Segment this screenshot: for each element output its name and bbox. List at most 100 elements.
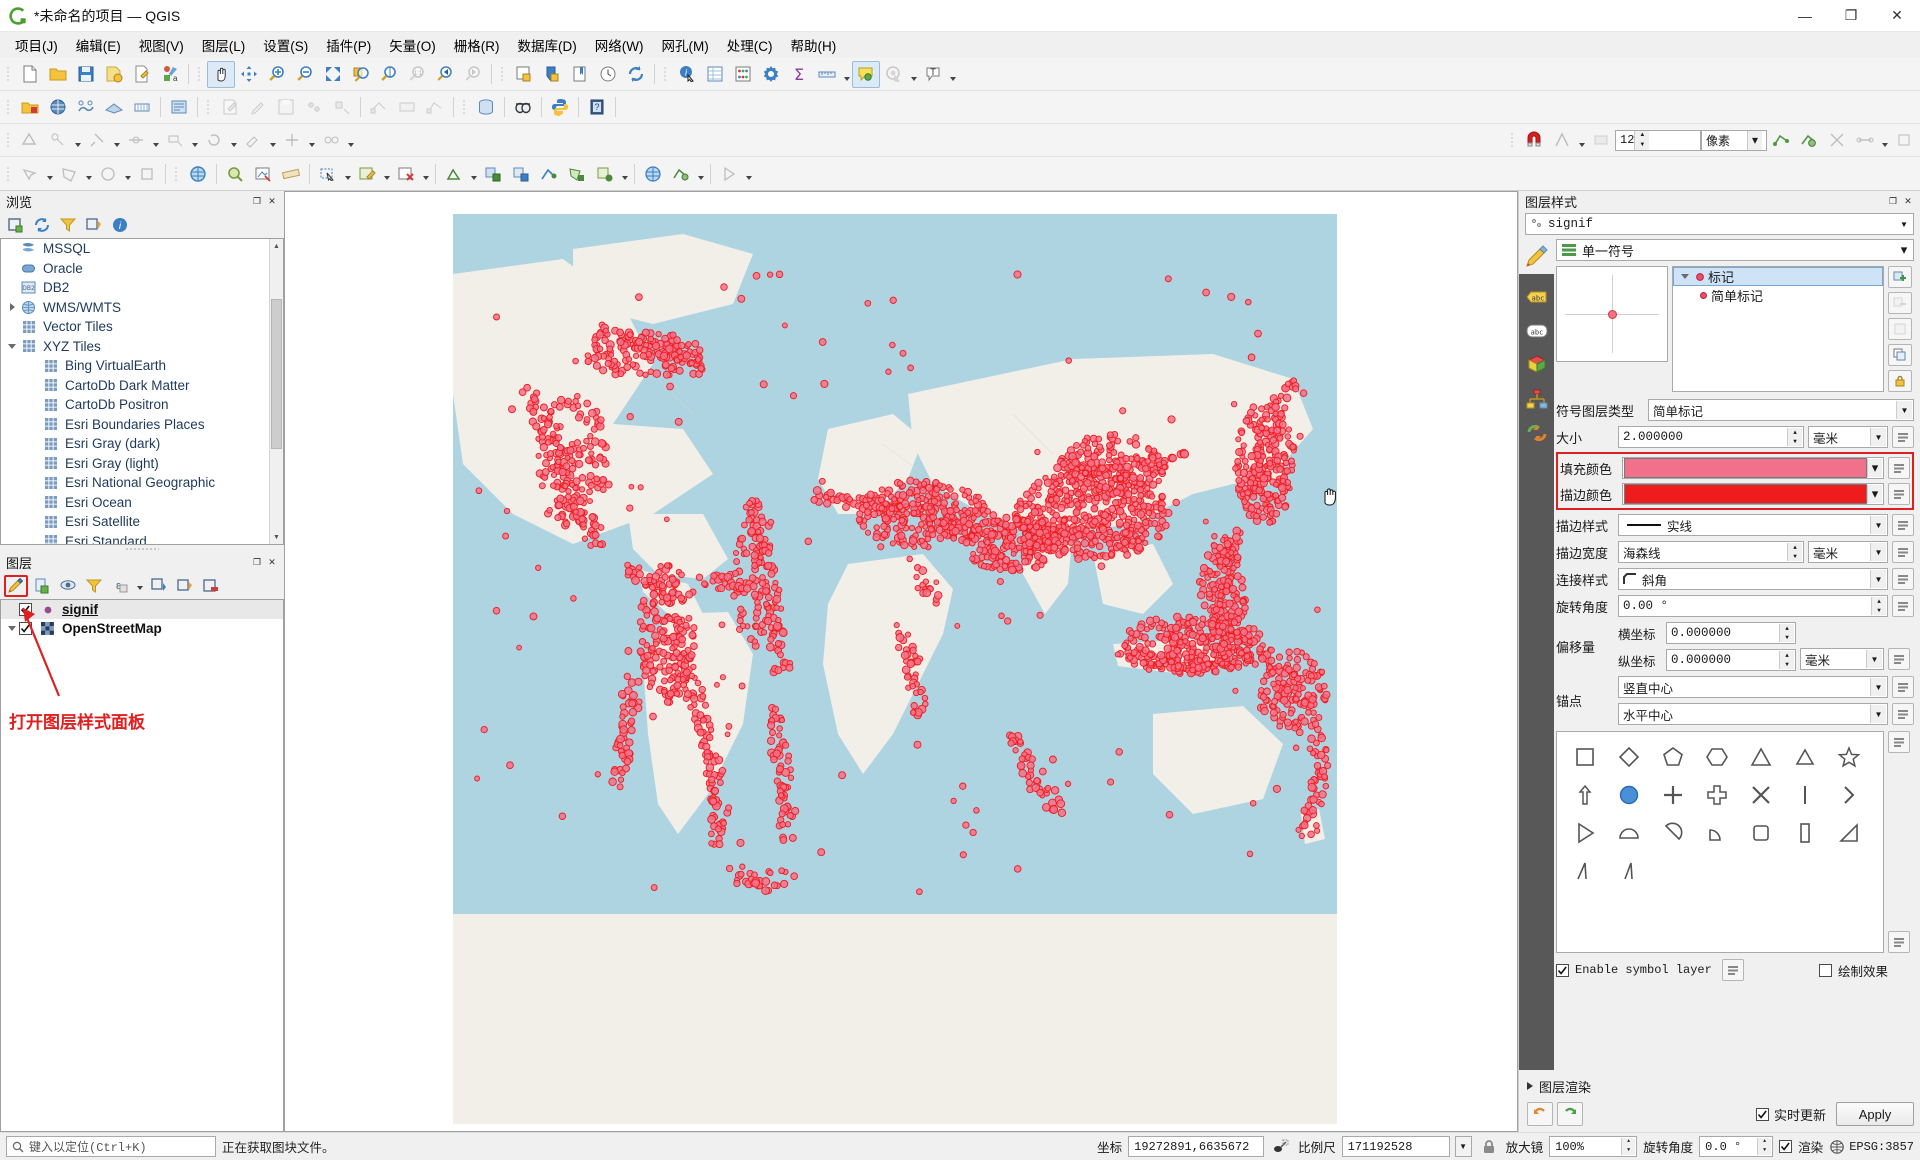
size-input[interactable]: 2.000000 ▲ ▼ (1618, 426, 1804, 448)
show-hide-labels-button[interactable] (122, 127, 150, 154)
browser-tree-item[interactable]: Esri Standard (1, 532, 283, 544)
select-by-expression-button[interactable] (94, 160, 122, 187)
join-style-combo[interactable]: 斜角 ▾ (1618, 568, 1888, 590)
marker-shape-quarter-disc[interactable] (1695, 814, 1739, 852)
stroke-color-button[interactable]: ▾ (1622, 483, 1884, 505)
chevron-right-icon[interactable] (5, 298, 19, 317)
browser-tree-item[interactable]: Bing VirtualEarth (1, 356, 283, 376)
zoom-to-selection-button[interactable] (347, 61, 375, 88)
magnifier-spinner[interactable]: ▲ ▼ (1621, 1138, 1636, 1155)
browser-tree-item[interactable]: MSSQL (1, 239, 283, 259)
toolbar-grip-icon[interactable] (662, 64, 670, 84)
layer-visibility-checkbox[interactable] (19, 622, 32, 635)
chevron-down-icon[interactable]: ▾ (1896, 215, 1912, 233)
toolbar-grip-icon[interactable] (196, 64, 204, 84)
fill-color-data-defined-button[interactable] (1888, 457, 1910, 479)
zoom-next-button[interactable] (459, 61, 487, 88)
menu-web[interactable]: 网络(W) (586, 32, 653, 58)
toolbar-grip-icon[interactable] (5, 64, 13, 84)
menu-view[interactable]: 视图(V) (130, 32, 193, 58)
change-label-button[interactable] (239, 127, 267, 154)
offset-data-defined-button[interactable] (1888, 648, 1910, 670)
change-label-caret-icon[interactable] (267, 127, 278, 154)
browser-tree-item[interactable]: Esri Satellite (1, 512, 283, 532)
lock-layer-colors-button[interactable] (1888, 318, 1912, 340)
chevron-down-icon[interactable] (1678, 267, 1692, 286)
run-feature-action-button[interactable] (715, 160, 743, 187)
move-label-caret-icon[interactable] (189, 127, 200, 154)
crs-status[interactable]: EPSG:3857 (1829, 1139, 1914, 1155)
toolbar-grip-icon[interactable] (5, 164, 13, 184)
offset-y-spinner[interactable]: ▲ ▼ (1779, 651, 1794, 669)
render-checkbox[interactable] (1779, 1140, 1793, 1153)
menu-vector[interactable]: 矢量(O) (380, 32, 445, 58)
locator-search-input[interactable]: 键入以定位(Ctrl+K) (6, 1136, 216, 1157)
move-feature-button[interactable] (328, 94, 356, 121)
chevron-down-icon[interactable]: ▾ (1896, 401, 1912, 419)
add-mesh-layer-button[interactable] (100, 94, 128, 121)
pin-labels-button[interactable] (83, 127, 111, 154)
save-project-as-button[interactable] (100, 61, 128, 88)
offset-x-spinner[interactable]: ▲ ▼ (1779, 624, 1794, 642)
layer-visibility-checkbox[interactable] (19, 603, 32, 616)
stroke-width-input[interactable]: 海森线 ▲ ▼ (1618, 541, 1804, 563)
menu-database[interactable]: 数据库(D) (509, 32, 586, 58)
georeferencer-button[interactable] (249, 160, 277, 187)
scale-field[interactable]: 171192528 (1341, 1136, 1450, 1157)
browser-tree-item[interactable]: CartoDb Positron (1, 395, 283, 415)
snapping-tolerance-spinner[interactable]: ▲ ▼ (1634, 130, 1650, 150)
chevron-down-icon[interactable]: ▾ (1866, 650, 1882, 668)
add-wfs-caret-icon[interactable] (695, 160, 706, 187)
scroll-down-icon[interactable]: ▼ (270, 530, 283, 544)
self-snapping-button[interactable] (1851, 127, 1879, 154)
ruler-tool-button[interactable] (277, 160, 305, 187)
zoom-out-button[interactable] (291, 61, 319, 88)
draw-effects-checkbox[interactable] (1818, 963, 1832, 977)
stroke-style-data-defined-button[interactable] (1892, 514, 1914, 536)
add-annotation-caret-icon[interactable] (619, 160, 630, 187)
undo-button[interactable] (1527, 1102, 1553, 1126)
marker-shape-half-disc[interactable] (1651, 814, 1695, 852)
marker-shape-data-defined-button[interactable] (1888, 731, 1910, 753)
new-3d-view-button[interactable] (538, 61, 566, 88)
layer-list-item[interactable]: OpenStreetMap (1, 619, 283, 638)
delete-selected-button[interactable] (392, 160, 420, 187)
close-icon[interactable]: ✕ (266, 196, 278, 208)
run-action-caret-icon[interactable] (743, 160, 754, 187)
menu-edit[interactable]: 编辑(E) (67, 32, 130, 58)
rotation-field[interactable]: 0.0 ° ▲ ▼ (1699, 1136, 1774, 1157)
marker-shape-angle2[interactable] (1607, 852, 1651, 890)
symbol-layer-tree[interactable]: 标记 简单标记 (1672, 266, 1884, 392)
browser-tree-item[interactable]: DB2 DB2 (1, 278, 283, 298)
stroke-width-spinner[interactable]: ▲ ▼ (1787, 543, 1802, 561)
save-layer-edits-button[interactable] (272, 94, 300, 121)
refresh-button[interactable] (622, 61, 650, 88)
magnifier-field[interactable]: 100% ▲ ▼ (1549, 1136, 1638, 1157)
manage-visibility-icon[interactable] (56, 575, 80, 597)
browser-scrollbar[interactable]: ▲ ▼ (269, 239, 283, 544)
measure-dropdown-caret-icon[interactable] (841, 61, 852, 88)
identify-features-button[interactable]: i (673, 61, 701, 88)
layer-labeling-button[interactable] (44, 127, 72, 154)
anchor-vertical-data-defined-button[interactable] (1892, 676, 1914, 698)
marker-shape-square[interactable] (1563, 738, 1607, 776)
add-layer-icon[interactable] (4, 214, 28, 236)
chevron-down-icon[interactable]: ▾ (1896, 241, 1912, 259)
snapping-unit-button[interactable] (1587, 127, 1615, 154)
close-icon[interactable]: ✕ (266, 557, 278, 569)
chevron-down-icon[interactable]: ▾ (1870, 516, 1886, 534)
attribute-table-button[interactable] (701, 61, 729, 88)
refresh-icon[interactable] (30, 214, 54, 236)
filter-expression-caret-icon[interactable] (134, 575, 145, 597)
marker-shape-arrow-up[interactable] (1563, 776, 1607, 814)
pan-to-selection-button[interactable] (235, 61, 263, 88)
enable-topological-editing-button[interactable] (1767, 127, 1795, 154)
self-snapping-caret-icon[interactable] (1879, 127, 1890, 154)
offset-y-input[interactable]: 0.000000 ▲ ▼ (1666, 649, 1796, 671)
chevron-down-icon[interactable]: ▾ (1870, 678, 1886, 696)
toggle-editing-button[interactable] (244, 94, 272, 121)
zoom-to-layer-button[interactable] (375, 61, 403, 88)
expand-all-icon[interactable] (147, 575, 171, 597)
renderer-combo[interactable]: 单一符号 ▾ (1556, 239, 1914, 261)
symbol-tree-row-marker[interactable]: 标记 (1673, 267, 1883, 286)
